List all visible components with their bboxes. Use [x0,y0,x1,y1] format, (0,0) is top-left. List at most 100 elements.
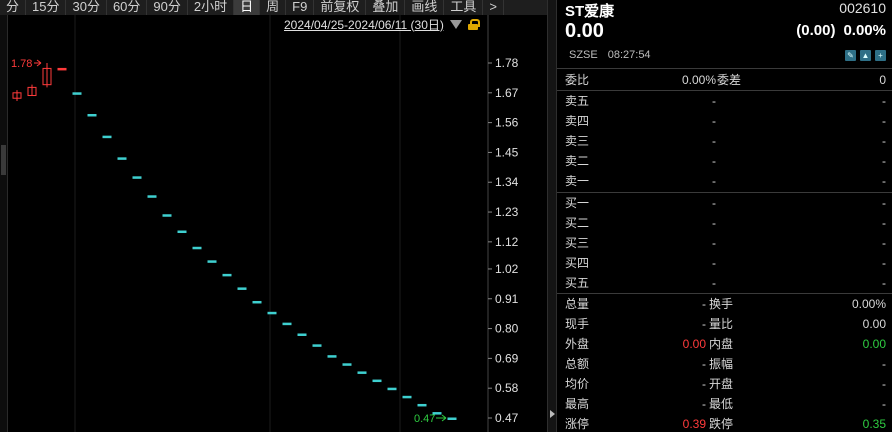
y-tick-label: 0.47 [495,411,519,425]
buy-level-volume: - [882,216,886,230]
buy-level-label: 买五 [565,276,590,290]
change-value: (0.00) [796,22,836,39]
stat-value: - [702,297,706,311]
period-tab[interactable]: F9 [286,0,315,15]
period-tab[interactable]: 30分 [66,0,107,15]
stat-label: 跌停 [709,417,734,431]
buy-level-label: 买四 [565,256,590,270]
add-icon[interactable]: + [875,50,886,61]
stats-row: 现手 - 量比 0.00 [557,314,892,334]
panel-splitter[interactable] [547,0,557,432]
stat-label: 现手 [565,317,590,331]
lock-icon[interactable] [467,18,480,30]
price-change: (0.00) 0.00% [796,22,886,39]
sell-level-row[interactable]: 卖二 - - [557,151,892,171]
candle-body [387,387,397,391]
candle-body [447,417,457,420]
exchange-info: SZSE 08:27:54 [569,49,651,61]
y-tick-label: 1.78 [495,56,519,70]
dropdown-triangle-icon[interactable] [449,19,462,29]
sell-level-row[interactable]: 卖五 - - [557,91,892,111]
candle-body [222,273,232,277]
period-tab[interactable]: 分 [0,0,27,15]
sell-level-label: 卖五 [565,94,590,108]
buy-level-label: 买一 [565,196,590,210]
stats-row: 均价 - 开盘 - [557,374,892,394]
period-toolbar: 分 15分 30分 60分 90分 2小时日周 F9 前复权 叠加 画线 工具 > [0,0,547,15]
expand-arrow-icon[interactable] [550,410,555,418]
stat-value: 0.00 [862,317,886,331]
buy-level-volume: - [882,236,886,250]
y-tick-label: 1.67 [495,86,519,100]
kline-chart[interactable]: 1.78 1.67 1.56 1.45 1.34 1.23 1.12 1.02 0.91 0.80… [0,15,547,432]
period-tab[interactable]: 90分 [147,0,188,15]
sell-level-price: - [712,174,716,188]
y-tick-label: 1.12 [495,235,519,249]
period-tab[interactable]: > [483,0,504,15]
date-range-bar: 2024/04/25-2024/06/11 (30日) [284,16,480,33]
y-tick-label: 1.45 [495,145,519,159]
y-tick-label: 0.91 [495,292,519,306]
buy-level-row[interactable]: 买一 - - [557,193,892,213]
buy-level-row[interactable]: 买三 - - [557,233,892,253]
weicha-value: 0 [879,73,886,87]
candle-body [192,246,202,250]
candle-body [252,300,262,304]
candle-body [297,333,307,336]
sell-level-row[interactable]: 卖一 - - [557,171,892,191]
bell-icon[interactable]: ▲ [860,50,871,61]
candle-body [312,344,322,347]
candle-body [162,214,172,217]
y-tick-label: 0.58 [495,381,519,395]
candle-body [417,403,427,407]
stats-row: 最高 - 最低 - [557,394,892,414]
date-range-text[interactable]: 2024/04/25-2024/06/11 (30日) [284,16,444,33]
sell-level-volume: - [882,174,886,188]
stat-label: 振幅 [709,357,734,371]
period-tab[interactable]: 画线 [405,0,445,15]
y-tick-label: 1.34 [495,175,519,189]
y-tick-label: 0.80 [495,322,519,336]
weibi-label: 委比 [565,73,590,87]
divider [557,68,892,69]
sell-level-label: 卖四 [565,114,590,128]
buy-level-row[interactable]: 买五 - - [557,273,892,293]
sell-level-label: 卖一 [565,174,590,188]
stat-label: 内盘 [709,337,734,351]
y-tick-label: 1.56 [495,116,519,130]
sell-level-volume: - [882,114,886,128]
candle-body [327,355,337,358]
weibi-value: 0.00% [681,73,716,87]
period-tab[interactable]: 叠加 [366,0,406,15]
low-price-label: 0.47 [414,413,435,425]
stat-value: 0.35 [862,417,886,431]
buy-level-volume: - [882,196,886,210]
candle-body [57,67,67,71]
period-tab[interactable]: 15分 [26,0,67,15]
candle-body [132,176,142,179]
edit-icon[interactable]: ✎ [845,50,856,61]
period-tab[interactable]: 工具 [444,0,484,15]
buy-level-price: - [712,216,716,230]
candle-body [372,379,382,383]
quote-panel: ST爱康 002610 0.00 (0.00) 0.00% SZSE 08:27… [557,0,892,432]
buy-level-row[interactable]: 买二 - - [557,213,892,233]
sell-level-label: 卖三 [565,134,590,148]
stat-value: 0.00 [682,337,706,351]
period-tab[interactable]: 前复权 [314,0,367,15]
period-tab[interactable]: 2小时 [188,0,235,15]
stat-value: - [882,397,886,411]
sell-level-price: - [712,134,716,148]
period-tab[interactable]: 周 [260,0,287,15]
candle-body [357,371,367,374]
sell-level-volume: - [882,134,886,148]
exchange-label: SZSE [569,49,598,61]
period-tab[interactable]: 60分 [107,0,148,15]
period-tab[interactable]: 日 [234,0,261,15]
sell-level-row[interactable]: 卖四 - - [557,111,892,131]
stat-value: - [702,397,706,411]
buy-level-row[interactable]: 买四 - - [557,253,892,273]
candle-body [147,195,157,198]
sell-level-row[interactable]: 卖三 - - [557,131,892,151]
buy-level-price: - [712,276,716,290]
